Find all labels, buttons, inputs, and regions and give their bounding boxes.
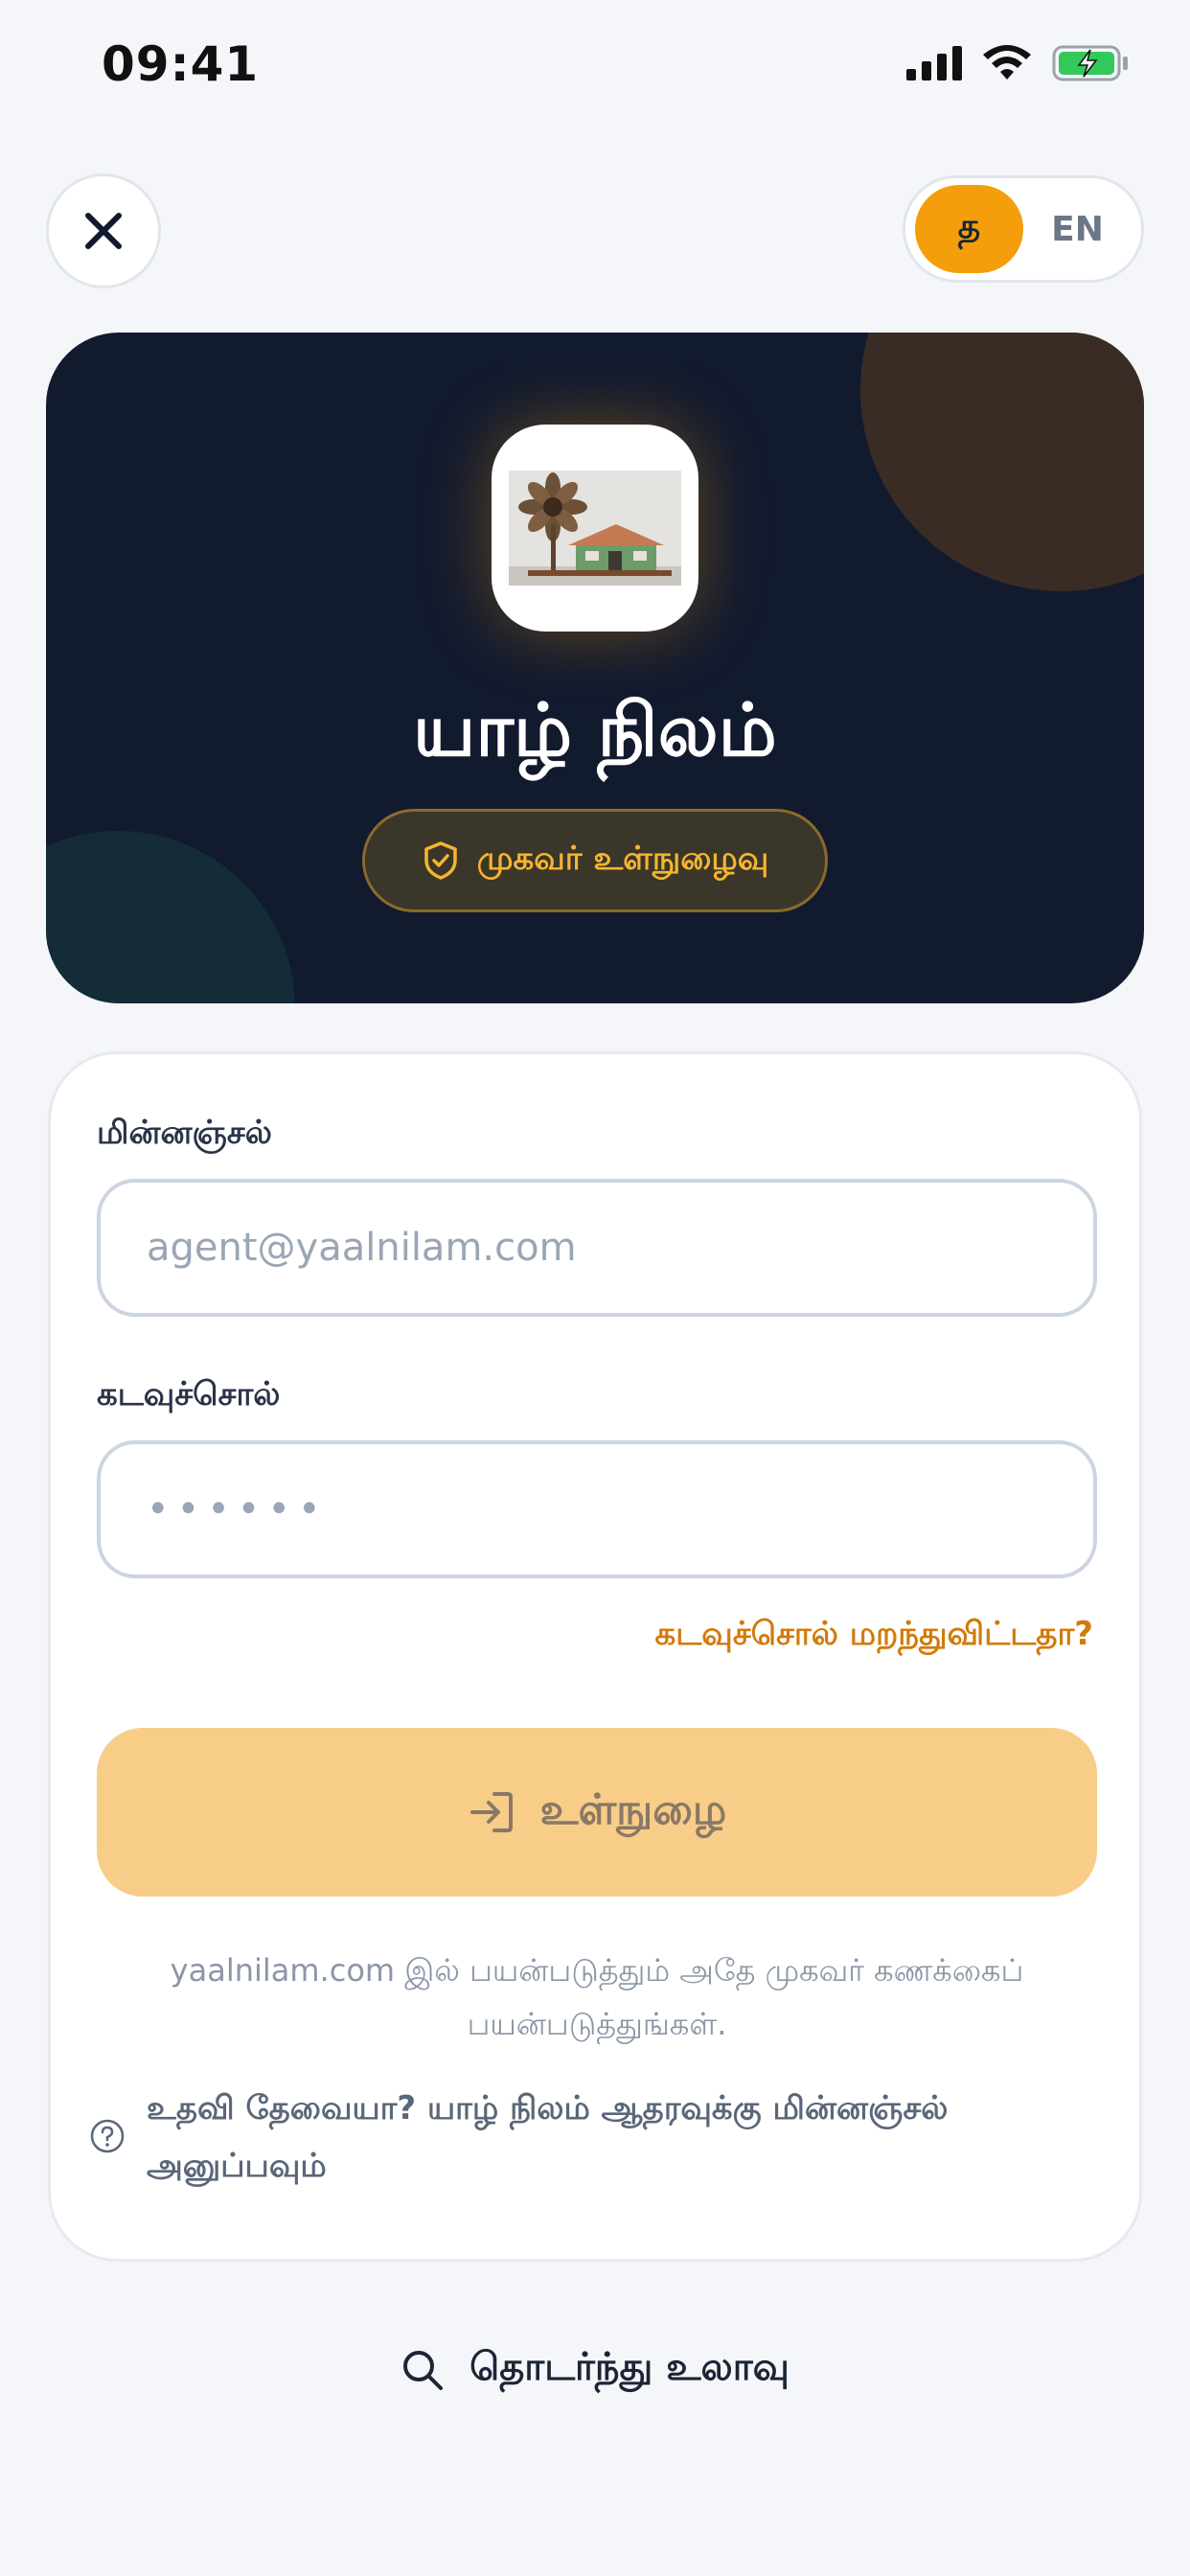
login-icon [469,1792,513,1832]
shield-check-icon [423,841,457,880]
login-button-label: உள்நுழை [539,1784,727,1834]
password-label: கடவுச்சொல் [97,1375,281,1414]
close-icon [85,213,122,249]
wifi-icon [983,45,1031,80]
forgot-password-link[interactable]: கடவுச்சொல் மறந்துவிட்டதா? [654,1615,1093,1657]
help-text: உதவி தேவையா? யாழ் நிலம் ஆதரவுக்கு மின்னஞ… [147,2089,949,2185]
decorative-circle [860,333,1144,591]
account-info-text: yaalnilam.com இல் பயன்படுத்தும் அதே முகவ… [170,1952,1024,2042]
search-icon [403,2350,444,2390]
status-time: 09:41 [102,36,260,92]
continue-browsing-label: தொடர்ந்து உலாவு [469,2345,790,2389]
agent-login-badge: முகவர் உள்நுழைவு [362,809,828,912]
app-logo [492,425,698,632]
close-button[interactable] [46,173,161,288]
login-button[interactable]: உள்நுழை [97,1728,1097,1897]
battery-charging-icon [1052,45,1128,81]
badge-label: முகவர் உள்நுழைவு [476,840,769,878]
status-icons [906,44,1129,82]
help-circle-icon [90,2119,125,2153]
house-palm-logo-icon [509,471,681,586]
signal-icon [906,46,962,80]
continue-browsing-button[interactable]: தொடர்ந்து உலாவு [0,2345,1190,2394]
language-toggle[interactable]: த EN [903,175,1144,283]
help-row[interactable]: உதவி தேவையா? யாழ் நிலம் ஆதரவுக்கு மின்னஞ… [89,2080,1105,2195]
agent-login-screen: 09:41 த EN யாழ் நிலம் முகவர் உள்நுழைவு ம… [0,0,1190,2576]
hero-banner: யாழ் நிலம் முகவர் உள்நுழைவு [46,333,1144,1003]
email-label: மின்னஞ்சல் [97,1114,272,1152]
language-option-english[interactable]: EN [1023,185,1132,273]
decorative-circle [46,831,295,1003]
language-option-tamil[interactable]: த [915,185,1023,273]
login-form-card: மின்னஞ்சல் கடவுச்சொல் கடவுச்சொல் மறந்துவ… [48,1051,1142,2262]
password-field[interactable] [97,1440,1097,1578]
app-title: யாழ் நிலம் [413,687,777,772]
email-field[interactable] [97,1179,1097,1317]
